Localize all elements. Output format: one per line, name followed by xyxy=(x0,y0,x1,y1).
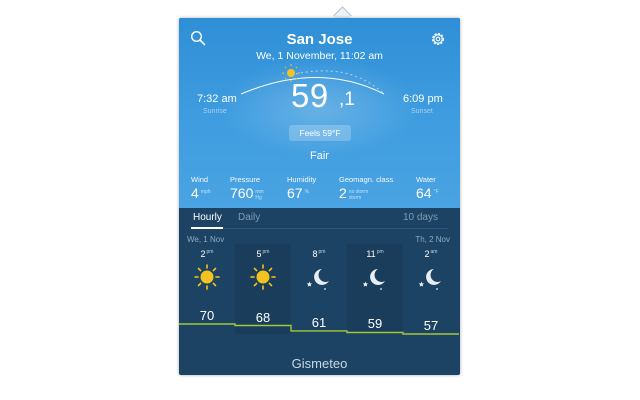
forecast-tabs: Hourly Daily 10 days xyxy=(179,208,460,229)
stat-geomagnetic: Geomagn. class 2 no storm storm xyxy=(339,175,393,203)
hour-temperature: 59 xyxy=(367,316,383,332)
hour-label: 8pm xyxy=(291,249,347,259)
hour-label: 2am xyxy=(403,249,459,259)
tab-divider xyxy=(223,228,448,229)
stat-label: Wind xyxy=(191,175,209,184)
active-tab-indicator xyxy=(191,227,223,229)
hour-label: 11pm xyxy=(347,249,403,259)
hour-temperature: 68 xyxy=(255,309,271,325)
moon-stars-icon xyxy=(306,269,329,290)
moon-stars-icon xyxy=(362,269,385,290)
stat-unit-line: % xyxy=(304,189,310,195)
hour-temperature: 57 xyxy=(423,318,439,333)
stat-label: Water xyxy=(416,175,436,184)
hourly-temperatures: 70 68 61 59 57 xyxy=(179,308,460,350)
day-label-today: We, 1 Nov xyxy=(187,235,225,244)
sunset-time: 6:09 pm xyxy=(403,93,443,105)
hour-number: 8 xyxy=(312,249,318,259)
hour-label: 5pm xyxy=(235,249,291,259)
stat-humidity: Humidity 67% xyxy=(287,175,316,203)
stat-unit-line: mph xyxy=(200,189,211,195)
day-label-tomorrow: Th, 2 Nov xyxy=(415,235,450,244)
hour-temperature: 70 xyxy=(199,308,215,323)
hour-ampm: pm xyxy=(318,249,326,255)
city-name[interactable]: San Jose xyxy=(179,31,460,48)
sunset-label: Sunset xyxy=(411,108,433,115)
sun-icon xyxy=(194,264,220,290)
hour-ampm: am xyxy=(430,249,438,255)
stat-pressure: Pressure 760 mm Hg xyxy=(230,175,264,203)
stat-value: 4 xyxy=(191,185,199,201)
stat-label: Pressure xyxy=(230,175,261,184)
hour-number: 2 xyxy=(424,249,430,259)
feels-like-badge: Feels 59°F xyxy=(289,125,351,141)
stat-value: 2 xyxy=(339,185,347,201)
sky-header: San Jose We, 1 November, 11:02 am 7:32 a… xyxy=(179,18,460,208)
sunrise-time: 7:32 am xyxy=(197,93,237,105)
hour-ampm: pm xyxy=(206,249,214,255)
hour-label: 2pm xyxy=(179,249,235,259)
stat-value: 64 xyxy=(416,185,432,201)
moon-stars-icon xyxy=(418,269,441,290)
stat-unit-line: Hg xyxy=(255,195,262,201)
hour-ampm: pm xyxy=(262,249,270,255)
tab-hourly[interactable]: Hourly xyxy=(193,212,222,223)
stat-value: 760 xyxy=(230,185,254,201)
hour-temperature: 61 xyxy=(311,314,327,330)
weather-widget: San Jose We, 1 November, 11:02 am 7:32 a… xyxy=(179,18,460,375)
stat-unit: mph xyxy=(201,189,211,195)
stat-unit-line: °F xyxy=(433,189,439,195)
stat-unit: no storm storm xyxy=(349,189,368,201)
stat-unit: °F xyxy=(434,189,439,195)
tab-daily[interactable]: Daily xyxy=(238,212,260,223)
hour-number: 2 xyxy=(200,249,206,259)
sun-icon xyxy=(250,264,276,290)
hour-ampm: pm xyxy=(376,249,384,255)
current-temperature-decimal: ,1 xyxy=(339,89,355,110)
tab-10-days[interactable]: 10 days xyxy=(403,212,438,223)
stat-unit-line: storm xyxy=(348,195,362,201)
stat-water: Water 64 °F xyxy=(416,175,439,203)
stat-unit: % xyxy=(305,189,309,195)
current-datetime: We, 1 November, 11:02 am xyxy=(256,50,383,62)
stat-label: Humidity xyxy=(287,175,317,184)
stat-value: 67 xyxy=(287,185,303,201)
stat-unit: mm Hg xyxy=(255,189,263,201)
hour-number: 5 xyxy=(256,249,262,259)
stat-wind: Wind 4 mph xyxy=(191,175,211,203)
current-condition: Fair xyxy=(310,150,329,162)
stat-label: Geomagn. class xyxy=(339,175,394,184)
sunrise-label: Sunrise xyxy=(203,108,227,115)
hour-number: 11 xyxy=(366,249,376,259)
current-temperature: 59 xyxy=(291,77,329,114)
brand-logo: Gismeteo xyxy=(291,356,348,371)
